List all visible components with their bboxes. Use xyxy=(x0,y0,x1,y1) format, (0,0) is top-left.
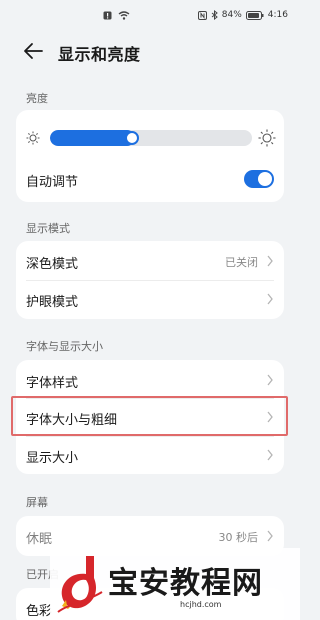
font-style-label: 字体样式 xyxy=(26,376,79,391)
auto-brightness-label: 自动调节 xyxy=(26,175,79,190)
notification-icon xyxy=(103,11,112,20)
chevron-right-icon xyxy=(267,449,273,461)
brightness-slider-row xyxy=(16,110,284,160)
site-logo-icon xyxy=(57,556,103,613)
auto-brightness-row[interactable]: 自动调节 xyxy=(16,160,284,198)
brightness-slider-fill xyxy=(50,130,135,146)
header: 显示和亮度 xyxy=(0,32,300,72)
brightness-card: 自动调节 xyxy=(16,110,284,202)
section-label-font-size: 字体与显示大小 xyxy=(26,340,103,353)
chevron-right-icon xyxy=(267,374,273,386)
dark-mode-value: 已关闭 xyxy=(225,256,258,269)
font-style-row[interactable]: 字体样式 xyxy=(16,361,284,399)
display-size-row[interactable]: 显示大小 xyxy=(16,436,284,474)
battery-icon xyxy=(245,10,264,20)
sleep-value: 30 秒后 xyxy=(218,531,259,544)
watermark-url: hcjhd.com xyxy=(180,600,222,609)
section-label-screen: 屏幕 xyxy=(26,496,48,509)
clock: 4:16 xyxy=(267,10,288,20)
wifi-icon xyxy=(118,11,130,20)
brightness-high-icon xyxy=(258,129,276,147)
status-bar: 84% 4:16 xyxy=(0,0,300,32)
brightness-slider[interactable] xyxy=(50,130,252,146)
display-size-label: 显示大小 xyxy=(26,451,79,466)
display-mode-card: 深色模式 已关闭 护眼模式 xyxy=(16,241,284,319)
bluetooth-icon xyxy=(211,10,218,20)
chevron-right-icon xyxy=(267,530,273,542)
dark-mode-row[interactable]: 深色模式 已关闭 xyxy=(16,242,284,280)
section-label-brightness: 亮度 xyxy=(26,92,48,105)
brightness-low-icon xyxy=(26,131,40,145)
battery-percent: 84% xyxy=(221,10,242,20)
watermark: 宝安教程网 hcjhd.com xyxy=(50,548,300,620)
toggle-knob xyxy=(258,172,272,186)
chevron-right-icon xyxy=(267,293,273,305)
auto-brightness-toggle[interactable] xyxy=(244,170,274,188)
watermark-text: 宝安教程网 xyxy=(108,566,263,601)
highlight-box xyxy=(11,396,288,436)
color-label: 色彩 xyxy=(26,604,53,619)
eye-comfort-row[interactable]: 护眼模式 xyxy=(16,280,284,318)
section-label-display-mode: 显示模式 xyxy=(26,222,70,235)
dark-mode-label: 深色模式 xyxy=(26,257,79,272)
eye-comfort-label: 护眼模式 xyxy=(26,295,79,310)
brightness-slider-thumb[interactable] xyxy=(125,131,139,145)
chevron-right-icon xyxy=(267,255,273,267)
sleep-label: 休眠 xyxy=(26,532,53,547)
page-title: 显示和亮度 xyxy=(58,45,141,64)
back-arrow-icon[interactable] xyxy=(22,40,46,62)
nfc-icon xyxy=(197,10,207,20)
